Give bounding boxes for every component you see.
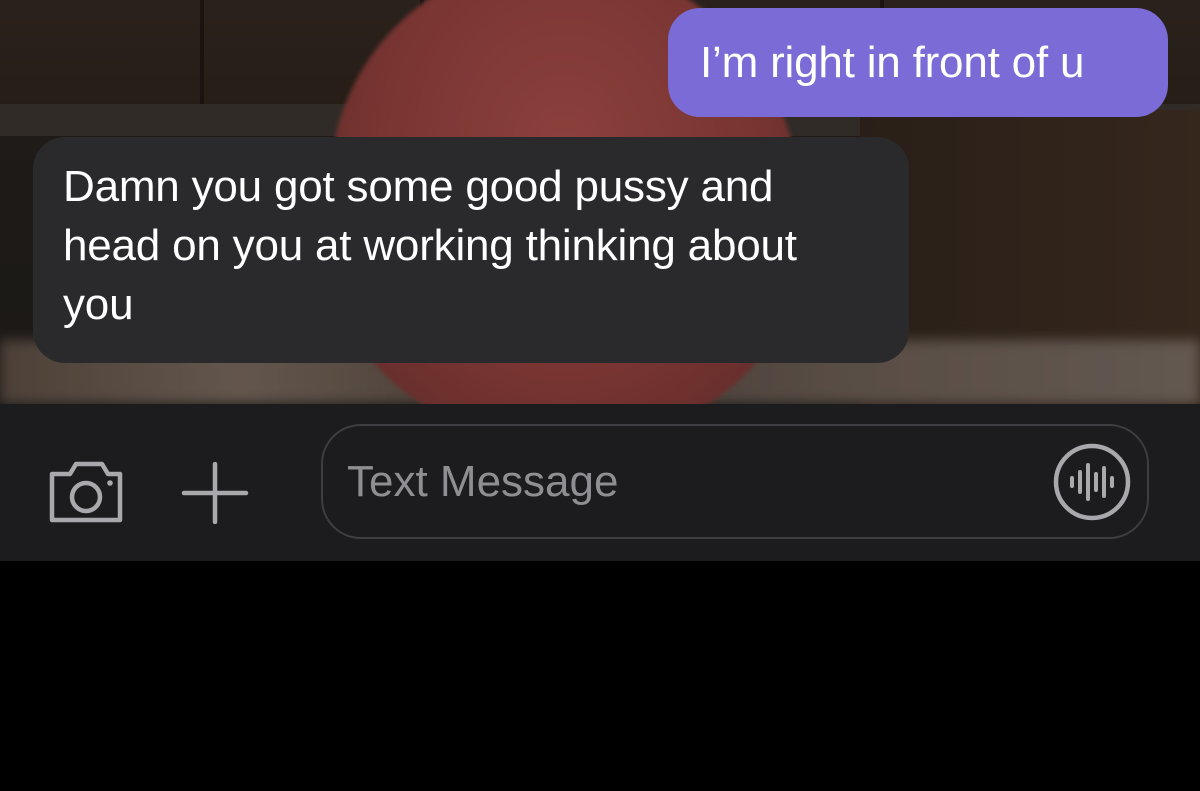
sent-message-bubble[interactable]: I’m right in front of u: [668, 8, 1168, 117]
sent-message-text: I’m right in front of u: [700, 38, 1085, 87]
message-text-field[interactable]: [321, 424, 1149, 539]
plus-icon[interactable]: [180, 462, 250, 524]
messages-screen: I’m right in front of u Damn you got som…: [0, 0, 1200, 791]
received-message-bubble[interactable]: Damn you got some good pussy and head on…: [33, 137, 909, 363]
waveform-icon[interactable]: [1051, 441, 1133, 523]
camera-icon[interactable]: [46, 458, 126, 526]
message-composer-bar: [0, 404, 1200, 561]
keyboard-area-blank: [0, 561, 1200, 791]
received-message-text: Damn you got some good pussy and head on…: [63, 162, 797, 329]
message-input[interactable]: [347, 426, 1027, 537]
